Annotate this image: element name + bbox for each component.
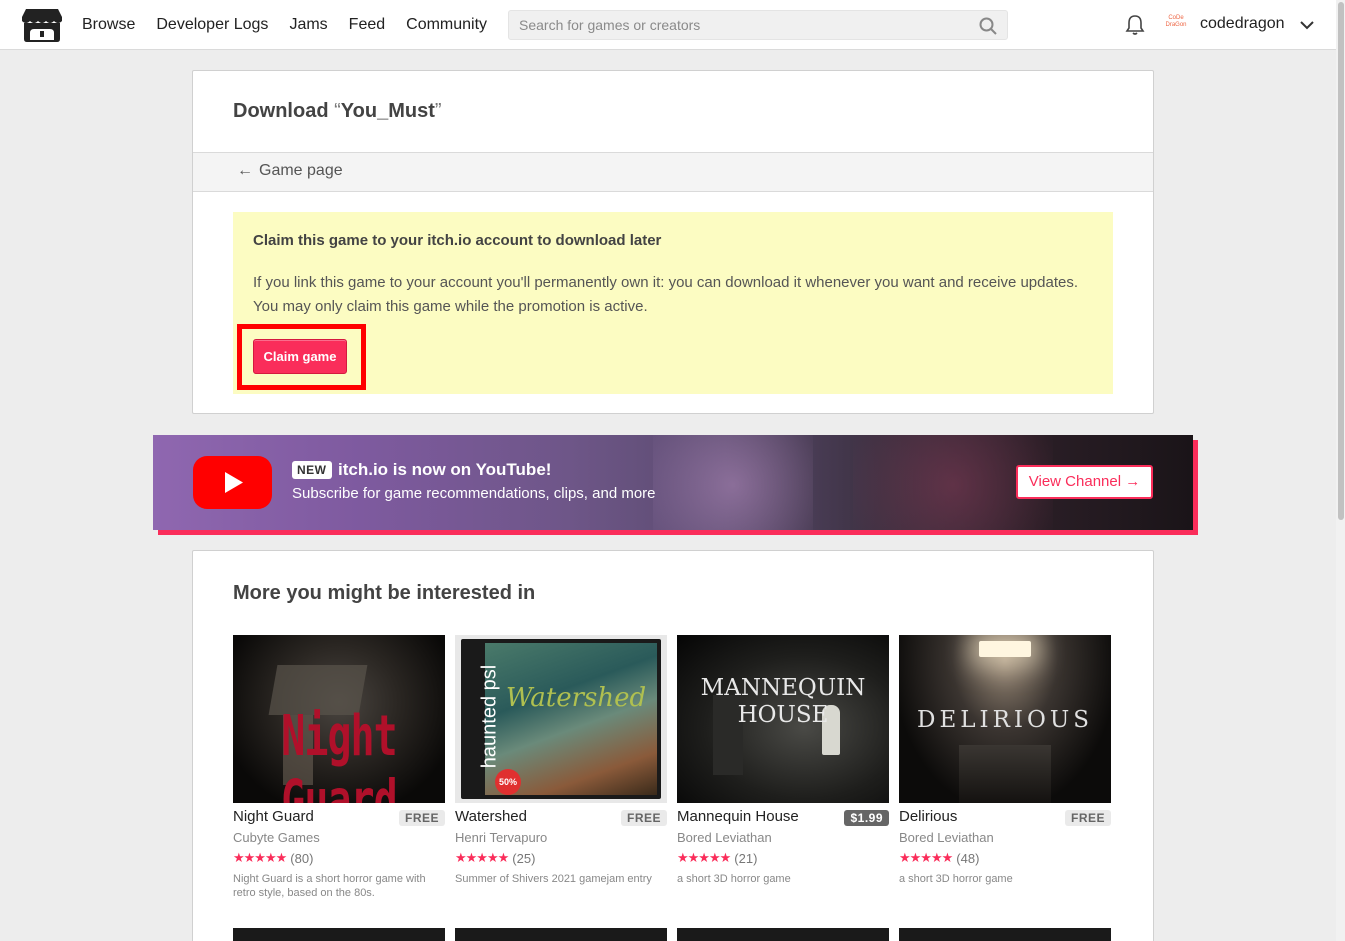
price-badge: $1.99 — [844, 810, 889, 826]
game-author[interactable]: Cubyte Games — [233, 830, 445, 845]
new-badge: NEW — [292, 461, 332, 479]
discount-badge: 50% — [495, 769, 521, 795]
game-description: a short 3D horror game — [677, 873, 791, 885]
nav-browse[interactable]: Browse — [82, 16, 135, 34]
claim-game-button[interactable]: Claim game — [253, 339, 347, 374]
game-name: You_Must — [340, 100, 435, 122]
star-icons: ★★★★★ — [899, 850, 953, 865]
price-badge: FREE — [620, 810, 667, 826]
arrow-left-icon: ← — [237, 162, 253, 179]
cover-title: Night Guard — [281, 704, 397, 803]
game-card-delirious[interactable]: DELIRIOUS Delirious FREE Bored Leviathan… — [899, 635, 1111, 900]
cover-title: DELIRIOUS — [917, 707, 1093, 733]
game-rating: ★★★★★ (25) — [455, 850, 667, 866]
close-quote: ” — [434, 100, 442, 122]
star-icons: ★★★★★ — [233, 850, 287, 865]
nav-feed[interactable]: Feed — [349, 16, 385, 34]
scrollbar-thumb[interactable] — [1338, 2, 1344, 520]
claim-heading: Claim this game to your itch.io account … — [253, 232, 662, 249]
search-icon[interactable] — [979, 17, 997, 40]
game-author[interactable]: Henri Tervapuro — [455, 830, 667, 845]
main-nav: Browse Developer Logs Jams Feed Communit… — [82, 0, 508, 50]
game-thumbnail[interactable] — [899, 928, 1111, 941]
game-description: a short 3D horror game — [899, 873, 1013, 885]
game-card-mannequin-house[interactable]: MANNEQUIN HOUSE Mannequin House $1.99 Bo… — [677, 635, 889, 900]
next-row-thumbnails — [233, 928, 1121, 941]
search-input[interactable] — [509, 11, 969, 39]
star-icons: ★★★★★ — [455, 850, 509, 865]
cover-title: Watershed — [505, 683, 647, 713]
recommendations-panel: More you might be interested in Night Gu… — [192, 550, 1154, 941]
game-title[interactable]: Night Guard — [233, 808, 314, 825]
bell-icon[interactable] — [1125, 14, 1145, 41]
game-author[interactable]: Bored Leviathan — [677, 830, 889, 845]
open-quote: “ — [334, 100, 341, 122]
game-description: Summer of Shivers 2021 gamejam entry — [455, 873, 652, 885]
game-rating: ★★★★★ (48) — [899, 850, 1111, 866]
game-rating: ★★★★★ (21) — [677, 850, 889, 866]
game-thumbnail[interactable]: haunted psl Watershed 50% — [455, 635, 667, 803]
game-title[interactable]: Delirious — [899, 808, 957, 825]
view-channel-button[interactable]: View Channel → — [1016, 465, 1153, 499]
game-title[interactable]: Mannequin House — [677, 808, 799, 825]
site-header: Browse Developer Logs Jams Feed Communit… — [0, 0, 1336, 50]
download-panel: Download “You_Must” ← Game page Claim th… — [192, 70, 1154, 414]
youtube-banner[interactable]: NEW itch.io is now on YouTube! Subscribe… — [153, 435, 1193, 530]
game-description: Night Guard is a short horror game with … — [233, 873, 426, 899]
star-icons: ★★★★★ — [677, 850, 731, 865]
title-prefix: Download — [233, 100, 329, 122]
game-card-night-guard[interactable]: Night Guard Night Guard FREE Cubyte Game… — [233, 635, 445, 900]
game-thumbnail[interactable]: Night Guard — [233, 635, 445, 803]
game-page-label: Game page — [259, 162, 343, 179]
username[interactable]: codedragon — [1200, 15, 1285, 33]
nav-community[interactable]: Community — [406, 16, 487, 34]
chevron-down-icon[interactable] — [1299, 18, 1315, 36]
game-thumbnail[interactable] — [233, 928, 445, 941]
rating-count: (21) — [734, 850, 758, 866]
game-page-link[interactable]: ← Game page — [237, 162, 343, 180]
banner-title: itch.io is now on YouTube! — [338, 460, 552, 479]
rating-count: (25) — [512, 850, 536, 866]
banner-subtitle: Subscribe for game recommendations, clip… — [292, 485, 656, 502]
page-title: Download “You_Must” — [233, 100, 442, 123]
game-thumbnail[interactable] — [677, 928, 889, 941]
price-badge: FREE — [1064, 810, 1111, 826]
game-rating: ★★★★★ (80) — [233, 850, 445, 866]
youtube-icon — [193, 456, 272, 509]
game-card-watershed[interactable]: haunted psl Watershed 50% Watershed FREE… — [455, 635, 667, 900]
back-bar: ← Game page — [193, 152, 1153, 192]
cover-side-text: haunted psl — [478, 664, 501, 769]
rating-count: (48) — [956, 850, 980, 866]
cover-title: MANNEQUIN HOUSE — [700, 675, 866, 728]
nav-jams[interactable]: Jams — [289, 16, 327, 34]
itchio-logo-icon[interactable] — [22, 7, 62, 43]
game-title[interactable]: Watershed — [455, 808, 527, 825]
recommendations-heading: More you might be interested in — [233, 582, 536, 604]
game-thumbnail[interactable] — [455, 928, 667, 941]
price-badge: FREE — [398, 810, 445, 826]
nav-developer-logs[interactable]: Developer Logs — [156, 16, 268, 34]
claim-box: Claim this game to your itch.io account … — [233, 212, 1113, 394]
search-box — [508, 10, 1008, 40]
rating-count: (80) — [290, 850, 314, 866]
game-grid: Night Guard Night Guard FREE Cubyte Game… — [233, 635, 1121, 900]
claim-description: If you link this game to your account yo… — [253, 274, 1078, 315]
avatar[interactable]: CoDe DraGon — [1163, 15, 1189, 35]
banner-blur — [653, 435, 813, 530]
game-thumbnail[interactable]: DELIRIOUS — [899, 635, 1111, 803]
game-thumbnail[interactable]: MANNEQUIN HOUSE — [677, 635, 889, 803]
game-author[interactable]: Bored Leviathan — [899, 830, 1111, 845]
